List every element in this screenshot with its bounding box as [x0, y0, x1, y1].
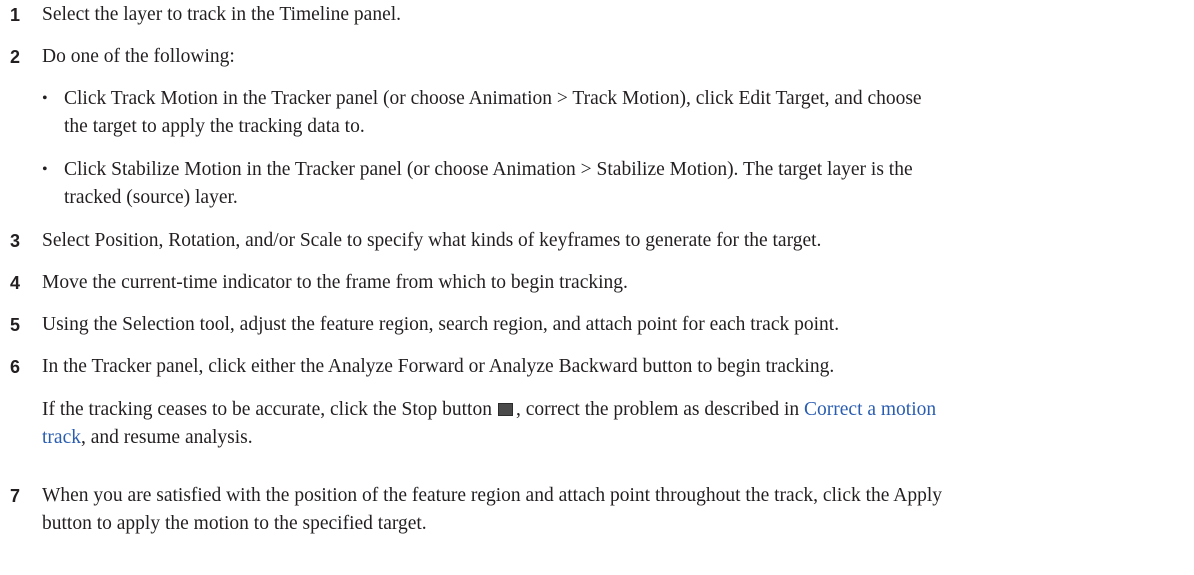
document-page: 1 Select the layer to track in the Timel… — [0, 0, 1194, 575]
bullet-text: Click Track Motion in the Tracker panel … — [64, 88, 922, 137]
correct-motion-track-link[interactable]: Correct a motion — [804, 399, 936, 420]
step-text: Move the current-time indicator to the f… — [42, 272, 628, 293]
step-text: In the Tracker panel, click either the A… — [42, 356, 835, 377]
step-text: When you are satisfied with the position… — [42, 485, 942, 534]
step-number: 6 — [10, 357, 21, 377]
step-number: 7 — [10, 486, 21, 506]
step-number: 4 — [10, 273, 21, 293]
step-number: 3 — [10, 231, 21, 251]
step-number: 2 — [10, 47, 21, 67]
bullet-text: Click Stabilize Motion in the Tracker pa… — [64, 159, 913, 208]
step-number: 1 — [10, 5, 21, 25]
correct-motion-track-link[interactable]: track — [42, 427, 81, 448]
step-text: Select the layer to track in the Timelin… — [42, 4, 402, 25]
step-text: Using the Selection tool, adjust the fea… — [42, 314, 840, 335]
bullet-mark: • — [42, 90, 48, 107]
step-text: Do one of the following: — [42, 46, 235, 67]
step-text: Select Position, Rotation, and/or Scale … — [42, 230, 822, 251]
bullet-mark: • — [42, 161, 48, 178]
stop-button-icon — [497, 403, 513, 416]
step-number: 5 — [10, 315, 21, 335]
